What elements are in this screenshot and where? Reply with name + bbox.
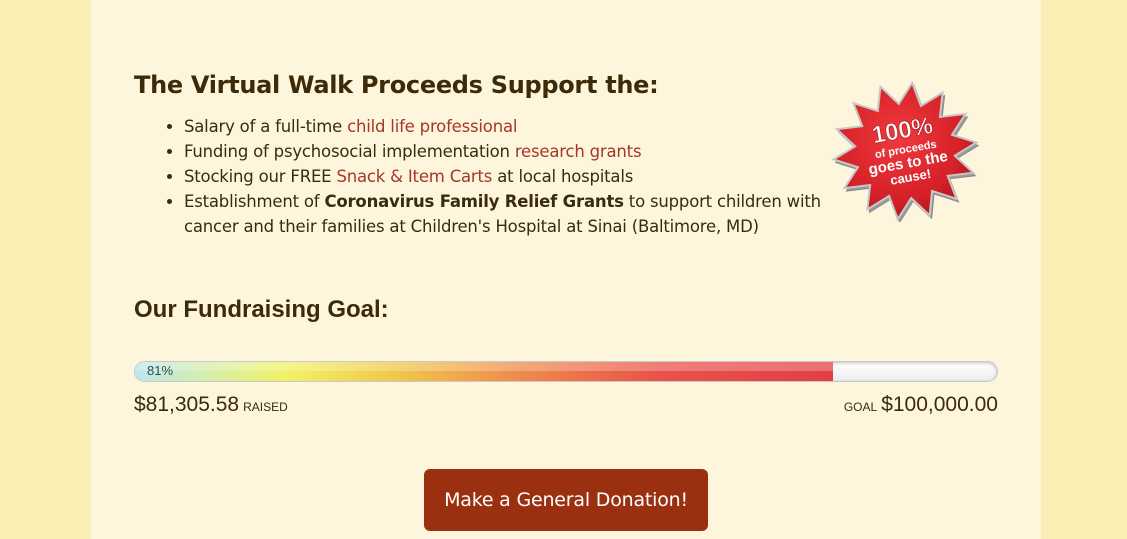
list-item-text: Salary of a full-time: [184, 117, 348, 136]
starburst-badge-icon: 100% of proceeds goes to the cause!: [831, 80, 980, 222]
goal-amount: $100,000.00: [881, 393, 998, 416]
list-item-text: Stocking our FREE: [184, 167, 337, 186]
list-item: Salary of a full-time child life profess…: [184, 114, 844, 139]
support-list: Salary of a full-time child life profess…: [162, 114, 844, 239]
list-item-text: Establishment of: [184, 192, 325, 211]
progress-percent-label: 81%: [147, 363, 174, 378]
support-heading: The Virtual Walk Proceeds Support the:: [134, 71, 659, 99]
list-item: Stocking our FREE Snack & Item Carts at …: [184, 164, 844, 189]
research-grants-link[interactable]: research grants: [515, 142, 642, 161]
list-item-text: Funding of psychosocial implementation: [184, 142, 515, 161]
progress-fill: [135, 362, 834, 381]
raised-amount: $81,305.58: [134, 393, 240, 416]
goal-label: GOAL: [843, 400, 878, 414]
snack-item-carts-link[interactable]: Snack & Item Carts: [336, 167, 492, 186]
list-item-text: at local hospitals: [492, 167, 634, 186]
raised-label: RAISED: [243, 400, 288, 414]
fundraising-goal-heading: Our Fundraising Goal:: [134, 296, 389, 323]
general-donation-button[interactable]: Make a General Donation!: [424, 469, 708, 531]
fundraising-progress-bar: 81%: [134, 361, 998, 382]
relief-grants-label: Coronavirus Family Relief Grants: [324, 192, 624, 211]
list-item: Funding of psychosocial implementation r…: [184, 139, 844, 164]
list-item: Establishment of Coronavirus Family Reli…: [184, 189, 844, 239]
goal-total: GOAL $100,000.00: [840, 393, 998, 417]
raised-total: $81,305.58 RAISED: [134, 393, 292, 417]
child-life-professional-link[interactable]: child life professional: [347, 117, 517, 136]
